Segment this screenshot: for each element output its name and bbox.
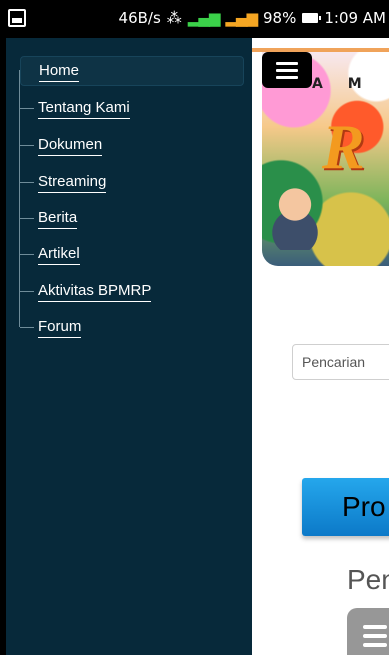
gallery-notification-icon [8, 9, 26, 27]
banner-child-photo [268, 180, 322, 250]
tree-tick [20, 253, 34, 255]
floating-menu-button[interactable] [347, 608, 389, 655]
nav-item-label: Home [39, 61, 80, 82]
signal-2-icon: ▂▄▆ [225, 9, 258, 27]
network-speed: 46B/s [118, 9, 161, 27]
search-input[interactable]: Pencarian [292, 344, 389, 380]
menu-bar [363, 643, 387, 647]
section-heading: Pen [347, 564, 389, 595]
menu-bar [276, 68, 298, 72]
tree-tick [21, 71, 35, 72]
menu-bar [363, 625, 387, 629]
nav-item-label: Berita [38, 208, 78, 229]
tree-tick [20, 144, 34, 146]
battery-icon [302, 13, 322, 23]
menu-bar [276, 61, 298, 65]
nav-item-label: Tentang Kami [38, 98, 130, 119]
banner-logo-letter: R [322, 111, 365, 182]
menu-bar [363, 634, 387, 638]
nav-item-label: Aktivitas BPMRP [38, 281, 152, 302]
menu-bar [276, 75, 298, 79]
nav-item-label: Dokumen [38, 135, 103, 156]
status-right-group: 46B/s ⁂ ▂▄▆ ▂▄▆ 98% 1:09 AM [119, 9, 386, 27]
page-content: A M R Pencarian Pro Pen [252, 38, 389, 655]
navigation-drawer: Home Tentang Kami Dokumen Streaming Beri… [6, 38, 252, 655]
nav-item-dokumen[interactable]: Dokumen [20, 132, 242, 158]
tree-tick [20, 181, 34, 183]
tree-tick [20, 217, 34, 219]
banner-letters: A M [312, 76, 372, 92]
clock: 1:09 AM [324, 9, 386, 27]
tree-tick [20, 107, 34, 109]
battery-percent: 98% [263, 9, 297, 27]
tree-tick [20, 290, 34, 292]
nav-item-streaming[interactable]: Streaming [20, 169, 242, 195]
wifi-off-icon: ⁂ [166, 9, 182, 27]
nav-item-forum[interactable]: Forum [20, 314, 242, 340]
nav-item-aktivitas-bpmrp[interactable]: Aktivitas BPMRP [20, 278, 242, 304]
tree-tick [20, 326, 34, 328]
nav-item-berita[interactable]: Berita [20, 205, 242, 231]
nav-item-home[interactable]: Home [20, 56, 244, 86]
nav-item-label: Streaming [38, 172, 107, 193]
nav-item-label: Forum [38, 317, 82, 338]
hamburger-menu-button[interactable] [262, 52, 312, 88]
nav-item-label: Artikel [38, 244, 80, 265]
status-bar: 46B/s ⁂ ▂▄▆ ▂▄▆ 98% 1:09 AM [0, 0, 389, 38]
section-banner: Pro [302, 478, 389, 536]
signal-icon: ▂▄▆ [187, 9, 221, 27]
nav-item-artikel[interactable]: Artikel [20, 241, 242, 267]
nav-item-tentang-kami[interactable]: Tentang Kami [20, 95, 242, 121]
